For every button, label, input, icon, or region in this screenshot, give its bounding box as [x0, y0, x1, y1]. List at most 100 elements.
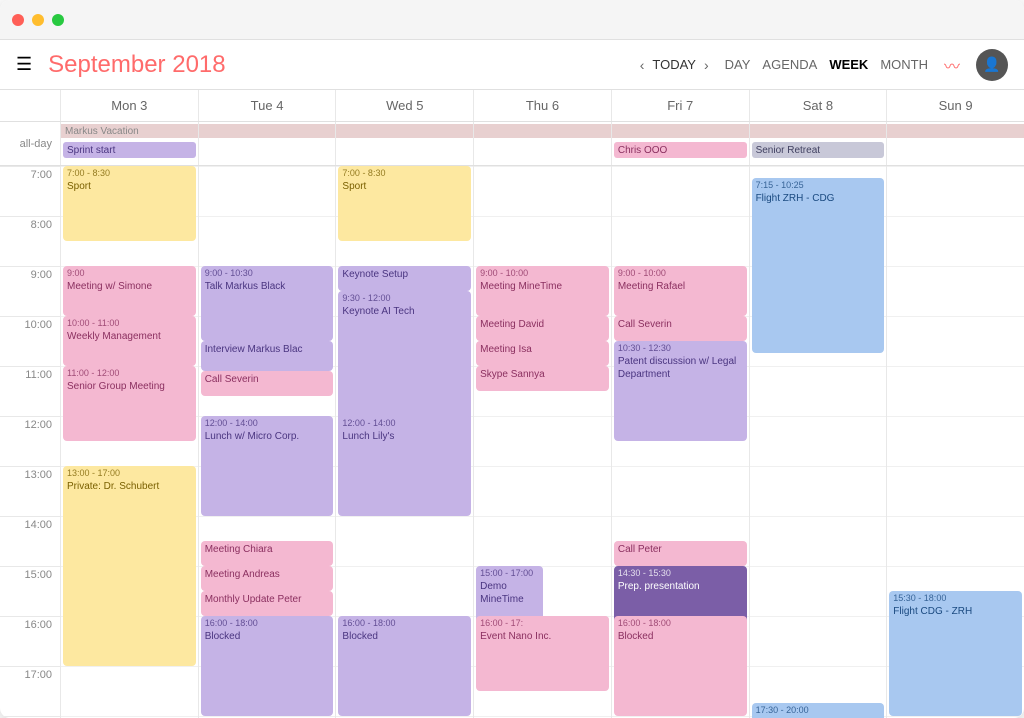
- time-16: 16:00: [0, 616, 60, 666]
- event-mon-sport[interactable]: 7:00 - 8:30 Sport: [63, 166, 196, 241]
- allday-mon: Markus Vacation Sprint start: [60, 122, 198, 165]
- day-col-wed[interactable]: 7:00 - 8:30 Sport Keynote Setup 9:30 - 1…: [335, 166, 473, 718]
- event-mon-meeting-simone[interactable]: 9:00 Meeting w/ Simone: [63, 266, 196, 316]
- event-fri-meeting-rafael[interactable]: 9:00 - 10:00 Meeting Rafael: [614, 266, 747, 316]
- avatar[interactable]: 👤: [976, 49, 1008, 81]
- vacation-bar-tue: [199, 124, 336, 138]
- allday-fri: Chris OOO: [611, 122, 749, 165]
- event-time: 9:00 - 10:00: [618, 268, 743, 280]
- event-time: 11:00 - 12:00: [67, 368, 192, 380]
- time-10: 10:00: [0, 316, 60, 366]
- allday-event-chrisooo[interactable]: Chris OOO: [614, 142, 747, 158]
- allday-event-senior-retreat[interactable]: Senior Retreat: [752, 142, 885, 158]
- view-week[interactable]: WEEK: [829, 57, 868, 72]
- event-mon-private[interactable]: 13:00 - 17:00 Private: Dr. Schubert: [63, 466, 196, 666]
- today-button[interactable]: TODAY: [652, 57, 696, 72]
- event-time: 9:00 - 10:30: [205, 268, 330, 280]
- events-mon: 7:00 - 8:30 Sport 9:00 Meeting w/ Simone…: [61, 166, 198, 718]
- day-col-mon[interactable]: 7:00 - 8:30 Sport 9:00 Meeting w/ Simone…: [60, 166, 198, 718]
- event-thu-meeting-david[interactable]: Meeting David: [476, 316, 609, 341]
- event-sat-flight-zrh-cdg[interactable]: 7:15 - 10:25 Flight ZRH - CDG: [752, 178, 885, 353]
- event-fri-patent[interactable]: 10:30 - 12:30 Patent discussion w/ Legal…: [614, 341, 747, 441]
- maximize-button[interactable]: [52, 14, 64, 26]
- time-15: 15:00: [0, 566, 60, 616]
- event-mon-senior[interactable]: 11:00 - 12:00 Senior Group Meeting: [63, 366, 196, 441]
- event-fri-call-peter[interactable]: Call Peter: [614, 541, 747, 566]
- day-col-fri[interactable]: 9:00 - 10:00 Meeting Rafael Call Severin…: [611, 166, 749, 718]
- event-title: Interview Markus Blac: [205, 343, 330, 356]
- event-wed-lunch-lily[interactable]: 12:00 - 14:00 Lunch Lily's: [338, 416, 471, 516]
- menu-icon[interactable]: ☰: [16, 54, 32, 75]
- day-header-fri: Fri 7: [611, 90, 749, 121]
- close-button[interactable]: [12, 14, 24, 26]
- event-tue-talk-markus[interactable]: 9:00 - 10:30 Talk Markus Black: [201, 266, 334, 341]
- day-col-tue[interactable]: 9:00 - 10:30 Talk Markus Black Interview…: [198, 166, 336, 718]
- event-sat-dinner[interactable]: 17:30 - 20:00 Dinner: [752, 703, 885, 718]
- event-title: Flight ZRH - CDG: [756, 192, 881, 205]
- event-tue-monthly-update[interactable]: Monthly Update Peter: [201, 591, 334, 616]
- event-tue-meeting-chiara[interactable]: Meeting Chiara: [201, 541, 334, 566]
- event-tue-meeting-andreas[interactable]: Meeting Andreas: [201, 566, 334, 591]
- event-tue-call-severin[interactable]: Call Severin: [201, 371, 334, 396]
- event-wed-keynote-setup[interactable]: Keynote Setup: [338, 266, 471, 291]
- event-title: Meeting Chiara: [205, 543, 330, 556]
- allday-sun: [886, 122, 1024, 165]
- event-time: 12:00 - 14:00: [205, 418, 330, 430]
- time-grid: 7:00 8:00 9:00 10:00 11:00 12:00 13:00 1…: [0, 166, 1024, 718]
- event-title: Patent discussion w/ Legal Department: [618, 355, 743, 381]
- event-fri-blocked[interactable]: 16:00 - 18:00 Blocked: [614, 616, 747, 716]
- event-title: Call Peter: [618, 543, 743, 556]
- event-tue-interview[interactable]: Interview Markus Blac: [201, 341, 334, 371]
- event-title: Monthly Update Peter: [205, 593, 330, 606]
- event-thu-skype-sannya[interactable]: Skype Sannya: [476, 366, 609, 391]
- time-8: 8:00: [0, 216, 60, 266]
- event-time: 10:00 - 11:00: [67, 318, 192, 330]
- event-tue-blocked[interactable]: 16:00 - 18:00 Blocked: [201, 616, 334, 716]
- event-time: 12:00 - 14:00: [342, 418, 467, 430]
- event-title: Weekly Management: [67, 330, 192, 343]
- event-thu-event-nano[interactable]: 16:00 - 17: Event Nano Inc.: [476, 616, 609, 691]
- time-11: 11:00: [0, 366, 60, 416]
- day-header-wed: Wed 5: [335, 90, 473, 121]
- event-title: Lunch Lily's: [342, 430, 467, 443]
- next-button[interactable]: ›: [704, 57, 709, 73]
- view-day[interactable]: DAY: [725, 57, 751, 72]
- event-time: 15:00 - 17:00: [480, 568, 538, 580]
- minimize-button[interactable]: [32, 14, 44, 26]
- day-col-sat[interactable]: 7:15 - 10:25 Flight ZRH - CDG 17:30 - 20…: [749, 166, 887, 718]
- event-time: 13:00 - 17:00: [67, 468, 192, 480]
- calendar-body: Mon 3 Tue 4 Wed 5 Thu 6 Fri 7 Sat 8 Sun …: [0, 90, 1024, 718]
- events-fri: 9:00 - 10:00 Meeting Rafael Call Severin…: [612, 166, 749, 718]
- event-wed-sport[interactable]: 7:00 - 8:30 Sport: [338, 166, 471, 241]
- view-agenda[interactable]: AGENDA: [762, 57, 817, 72]
- event-thu-meeting-minetime[interactable]: 9:00 - 10:00 Meeting MineTime: [476, 266, 609, 316]
- vacation-bar-sun: [887, 124, 1024, 138]
- event-wed-blocked[interactable]: 16:00 - 18:00 Blocked: [338, 616, 471, 716]
- trend-icon[interactable]: 〰: [944, 53, 960, 77]
- event-time: 9:00 - 10:00: [480, 268, 605, 280]
- event-tue-lunch[interactable]: 12:00 - 14:00 Lunch w/ Micro Corp.: [201, 416, 334, 516]
- time-7: 7:00: [0, 166, 60, 216]
- event-mon-weekly[interactable]: 10:00 - 11:00 Weekly Management: [63, 316, 196, 366]
- event-fri-call-severin[interactable]: Call Severin: [614, 316, 747, 341]
- event-time: 17:30 - 20:00: [756, 705, 881, 717]
- event-time: 16:00 - 17:: [480, 618, 605, 630]
- event-title: Meeting w/ Simone: [67, 280, 192, 293]
- allday-event-sprint[interactable]: Sprint start: [63, 142, 196, 158]
- view-month[interactable]: MONTH: [880, 57, 928, 72]
- time-9: 9:00: [0, 266, 60, 316]
- allday-thu: [473, 122, 611, 165]
- event-time: 10:30 - 12:30: [618, 343, 743, 355]
- event-sun-flight-cdg-zrh[interactable]: 15:30 - 18:00 Flight CDG - ZRH: [889, 591, 1022, 716]
- event-time: 16:00 - 18:00: [205, 618, 330, 630]
- event-thu-meeting-isa[interactable]: Meeting Isa: [476, 341, 609, 366]
- day-col-thu[interactable]: 9:00 - 10:00 Meeting MineTime Meeting Da…: [473, 166, 611, 718]
- allday-row: all-day Markus Vacation Sprint start Chr…: [0, 122, 1024, 166]
- day-col-sun[interactable]: 15:30 - 18:00 Flight CDG - ZRH: [886, 166, 1024, 718]
- vacation-bar: Markus Vacation: [61, 124, 198, 138]
- event-title: Call Severin: [618, 318, 743, 331]
- time-grid-scroll[interactable]: 7:00 8:00 9:00 10:00 11:00 12:00 13:00 1…: [0, 166, 1024, 718]
- prev-button[interactable]: ‹: [640, 57, 645, 73]
- event-time: 15:30 - 18:00: [893, 593, 1018, 605]
- event-wed-keynote-ai[interactable]: 9:30 - 12:00 Keynote AI Tech: [338, 291, 471, 428]
